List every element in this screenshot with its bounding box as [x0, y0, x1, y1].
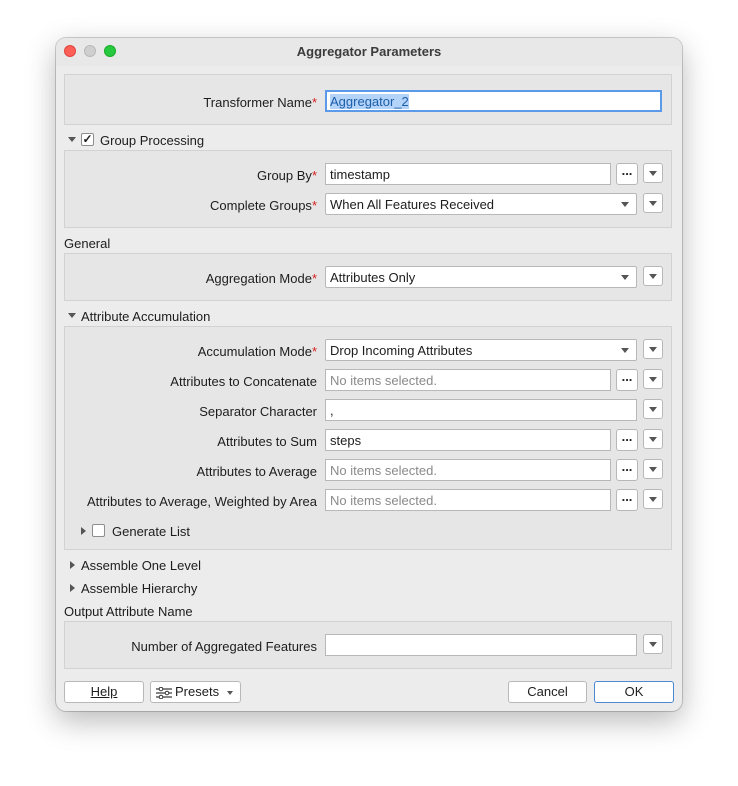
required-mark: * — [311, 95, 317, 110]
concatenate-label: Attributes to Concatenate — [170, 374, 317, 389]
sum-menu-button[interactable] — [643, 429, 663, 449]
chevron-down-icon — [649, 274, 657, 279]
average-label: Attributes to Average — [196, 464, 317, 479]
aggregation-mode-menu-button[interactable] — [643, 266, 663, 286]
general-panel: Aggregation Mode* Attributes Only — [64, 253, 672, 301]
num-aggregated-menu-button[interactable] — [643, 634, 663, 654]
chevron-down-icon — [649, 497, 657, 502]
complete-groups-label: Complete Groups* — [210, 198, 317, 213]
attribute-accumulation-panel: Accumulation Mode* Drop Incoming Attribu… — [64, 326, 672, 550]
attribute-accumulation-label: Attribute Accumulation — [81, 309, 211, 324]
complete-groups-menu-button[interactable] — [643, 193, 663, 213]
separator-input[interactable]: , — [325, 399, 637, 421]
group-processing-expand-icon[interactable] — [68, 137, 76, 142]
accumulation-mode-select[interactable]: Drop Incoming Attributes — [325, 339, 637, 361]
sliders-icon — [156, 687, 172, 699]
weighted-average-menu-button[interactable] — [643, 489, 663, 509]
window-title: Aggregator Parameters — [296, 44, 442, 59]
chevron-down-icon — [227, 691, 233, 695]
dialog-window: Aggregator Parameters Transformer Name* … — [56, 38, 682, 711]
chevron-down-icon — [649, 201, 657, 206]
num-aggregated-input[interactable] — [325, 634, 637, 656]
sum-ellipsis-button[interactable]: ... — [616, 429, 638, 451]
separator-label: Separator Character — [199, 404, 317, 419]
weighted-average-ellipsis-button[interactable]: ... — [616, 489, 638, 511]
average-ellipsis-button[interactable]: ... — [616, 459, 638, 481]
chevron-down-icon — [621, 202, 629, 207]
chevron-down-icon — [649, 467, 657, 472]
general-label: General — [64, 236, 111, 251]
sum-input[interactable]: steps — [325, 429, 611, 451]
presets-button[interactable]: Presets — [150, 681, 241, 703]
chevron-down-icon — [649, 642, 657, 647]
group-processing-panel: Group By* timestamp ... Complete Groups*… — [64, 150, 672, 228]
chevron-down-icon — [649, 347, 657, 352]
group-by-label: Group By* — [257, 168, 317, 183]
chevron-down-icon — [621, 348, 629, 353]
aggregation-mode-select[interactable]: Attributes Only — [325, 266, 637, 288]
output-attribute-panel: Number of Aggregated Features — [64, 621, 672, 669]
group-by-ellipsis-button[interactable]: ... — [616, 163, 638, 185]
assemble-one-level-label[interactable]: Assemble One Level — [81, 558, 201, 573]
title-bar: Aggregator Parameters — [56, 38, 682, 66]
assemble-hierarchy-label[interactable]: Assemble Hierarchy — [81, 581, 197, 596]
generate-list-expand-icon[interactable] — [81, 527, 86, 535]
group-by-menu-button[interactable] — [643, 163, 663, 183]
sum-label: Attributes to Sum — [217, 434, 317, 449]
complete-groups-select[interactable]: When All Features Received — [325, 193, 637, 215]
generate-list-label: Generate List — [112, 524, 191, 539]
concatenate-input[interactable]: No items selected. — [325, 369, 611, 391]
generate-list-checkbox[interactable] — [92, 524, 105, 537]
chevron-down-icon — [649, 407, 657, 412]
transformer-panel: Transformer Name* Aggregator_2 — [64, 74, 672, 125]
transformer-name-label: Transformer Name* — [203, 95, 317, 110]
chevron-down-icon — [649, 377, 657, 382]
num-aggregated-label: Number of Aggregated Features — [131, 639, 317, 654]
output-attribute-label: Output Attribute Name — [64, 604, 193, 619]
weighted-average-label: Attributes to Average, Weighted by Area — [86, 494, 317, 509]
chevron-down-icon — [649, 171, 657, 176]
help-button[interactable]: Help — [64, 681, 144, 703]
ok-button[interactable]: OK — [594, 681, 674, 703]
assemble-one-level-expand-icon[interactable] — [70, 561, 75, 569]
accumulation-mode-menu-button[interactable] — [643, 339, 663, 359]
aggregation-mode-label: Aggregation Mode* — [205, 271, 317, 286]
attribute-accumulation-expand-icon[interactable] — [68, 313, 76, 318]
weighted-average-input[interactable]: No items selected. — [325, 489, 611, 511]
chevron-down-icon — [649, 437, 657, 442]
accumulation-mode-label: Accumulation Mode* — [197, 344, 317, 359]
group-processing-checkbox[interactable]: ✓ — [81, 133, 94, 146]
concatenate-ellipsis-button[interactable]: ... — [616, 369, 638, 391]
group-processing-label: Group Processing — [100, 133, 205, 148]
concatenate-menu-button[interactable] — [643, 369, 663, 389]
transformer-name-input[interactable]: Aggregator_2 — [325, 90, 662, 112]
average-menu-button[interactable] — [643, 459, 663, 479]
separator-menu-button[interactable] — [643, 399, 663, 419]
assemble-hierarchy-expand-icon[interactable] — [70, 584, 75, 592]
group-by-input[interactable]: timestamp — [325, 163, 611, 185]
chevron-down-icon — [621, 275, 629, 280]
average-input[interactable]: No items selected. — [325, 459, 611, 481]
cancel-button[interactable]: Cancel — [508, 681, 587, 703]
